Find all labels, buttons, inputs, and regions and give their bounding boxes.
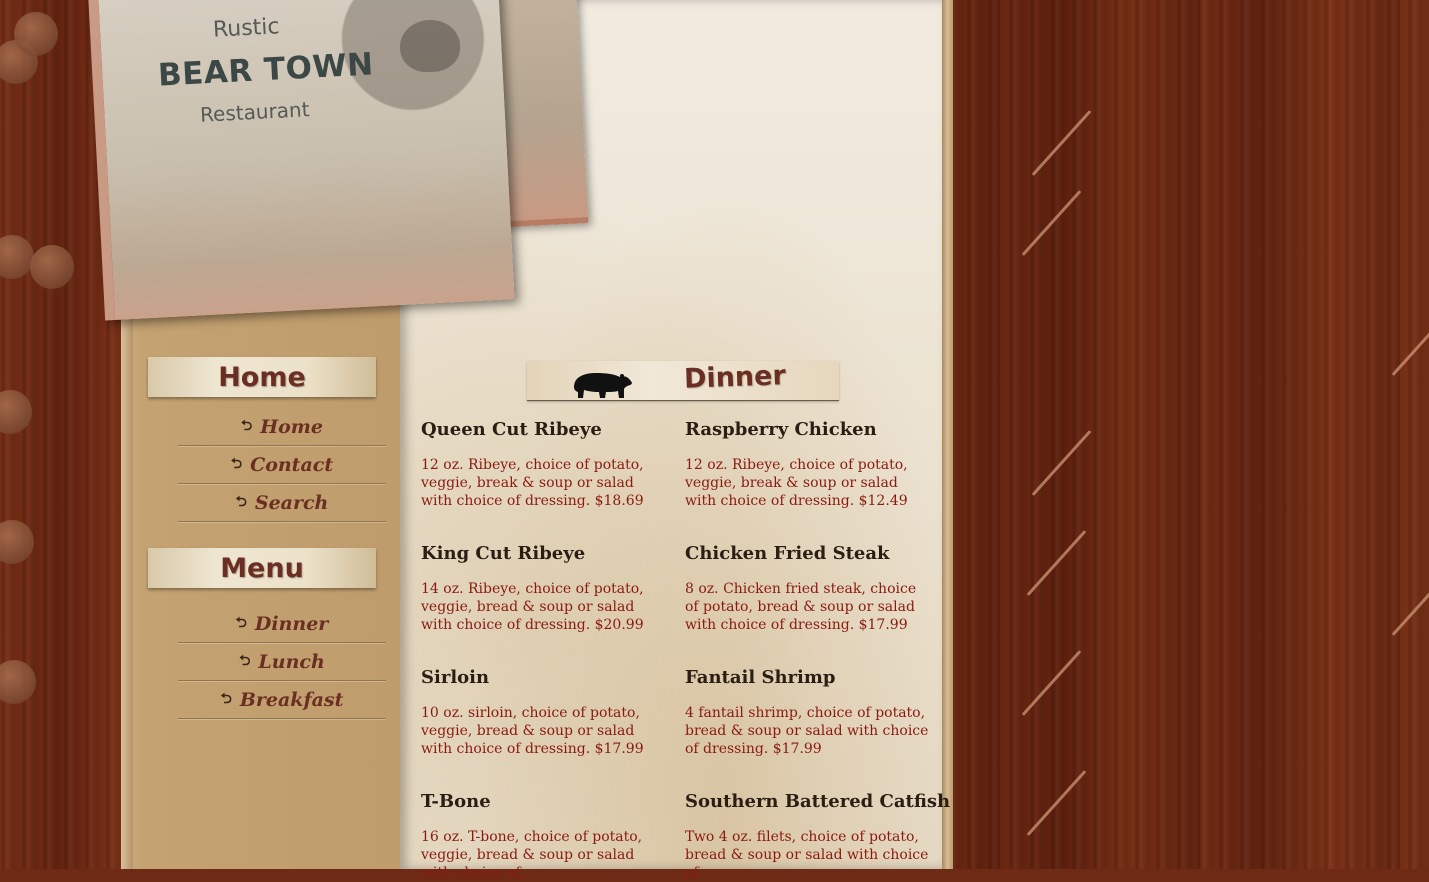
menu-item-name: Southern Battered Catfish [685, 791, 951, 812]
home-nav-list: ⮌ Home ⮌ Contact ⮌ Search [178, 408, 386, 522]
wood-peg-decoration [30, 245, 74, 289]
menu-item-name: Raspberry Chicken [685, 419, 877, 440]
nav-link-label: Search [254, 491, 329, 514]
menu-item-description: 10 oz. sirloin, choice of potato, veggie… [421, 705, 644, 757]
menu-nav-list: ⮌ Dinner ⮌ Lunch ⮌ Breakfast [178, 605, 386, 719]
nav-link-dinner[interactable]: ⮌ Dinner [178, 605, 386, 643]
circle-arrow-icon: ⮌ [235, 493, 247, 510]
menu-item-name: Sirloin [421, 667, 490, 688]
menu-item-name: Fantail Shrimp [685, 667, 836, 688]
nav-link-label: Breakfast [239, 688, 344, 711]
home-section-header: Home [148, 357, 376, 397]
logo-line-rustic: Rustic [212, 14, 281, 43]
menu-item-description: Two 4 oz. filets, choice of potato, brea… [685, 829, 929, 881]
circle-arrow-icon: ⮌ [240, 417, 253, 434]
nav-link-label: Lunch [258, 650, 325, 673]
menu-item-name: King Cut Ribeye [421, 543, 586, 564]
nav-link-label: Contact [250, 453, 334, 476]
menu-section-header: Menu [148, 548, 376, 588]
circle-arrow-icon: ⮌ [220, 690, 232, 707]
nav-link-contact[interactable]: ⮌ Contact [178, 446, 386, 484]
menu-item-description: 12 oz. Ribeye, choice of potato, veggie,… [421, 457, 644, 509]
menu-item-description: 12 oz. Ribeye, choice of potato, veggie,… [685, 457, 908, 509]
menu-item-description: 16 oz. T-bone, choice of potato, veggie,… [421, 829, 643, 881]
nav-link-breakfast[interactable]: ⮌ Breakfast [178, 681, 386, 719]
nav-link-label: Dinner [254, 612, 329, 635]
circle-arrow-icon: ⮌ [230, 455, 243, 472]
circle-arrow-icon: ⮌ [235, 614, 247, 631]
menu-item-name: Queen Cut Ribeye [421, 419, 602, 440]
page-edge [942, 0, 953, 869]
nav-link-lunch[interactable]: ⮌ Lunch [178, 643, 386, 681]
menu-item-description: 14 oz. Ribeye, choice of potato, veggie,… [421, 581, 644, 633]
nav-link-label: Home [260, 415, 324, 438]
menu-item-name: Chicken Fried Steak [685, 543, 890, 564]
nav-link-search[interactable]: ⮌ Search [178, 484, 386, 522]
menu-item-description: 8 oz. Chicken fried steak, choice of pot… [685, 581, 917, 633]
menu-item-description: 4 fantail shrimp, choice of potato, brea… [685, 705, 929, 757]
section-title: Dinner [683, 360, 787, 395]
nav-link-home[interactable]: ⮌ Home [178, 408, 386, 446]
bear-silhouette-icon [574, 373, 632, 398]
circle-arrow-icon: ⮌ [239, 652, 251, 669]
wood-peg-decoration [14, 12, 58, 56]
menu-item-name: T-Bone [421, 791, 491, 812]
